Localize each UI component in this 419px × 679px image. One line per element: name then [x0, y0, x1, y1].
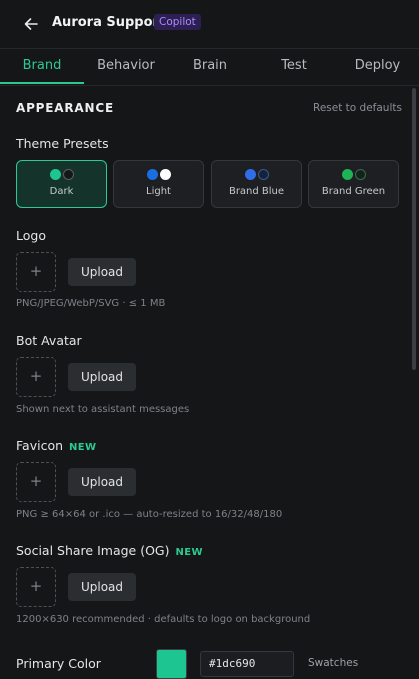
preset-brand-blue[interactable]: Brand Blue — [211, 160, 302, 208]
og-image-helper-text: 1200×630 recommended · defaults to logo … — [16, 614, 311, 625]
favicon-label-text: Favicon — [16, 438, 64, 453]
new-badge: NEW — [175, 547, 203, 558]
bot-avatar-label: Bot Avatar — [16, 333, 82, 348]
primary-color-label: Primary Color — [16, 656, 101, 671]
theme-presets-label: Theme Presets — [16, 136, 109, 151]
bot-avatar-helper-text: Shown next to assistant messages — [16, 404, 190, 415]
swatches-link[interactable]: Swatches — [308, 657, 358, 669]
dot-secondary — [354, 169, 366, 180]
primary-color-hex-input[interactable]: #1dc690 — [200, 651, 294, 677]
preset-color-dots — [114, 169, 203, 182]
logo-label: Logo — [16, 228, 46, 243]
bot-avatar-upload-button[interactable]: Upload — [68, 363, 136, 391]
tab-deploy[interactable]: Deploy — [336, 49, 419, 83]
tab-bar: Brand Behavior Brain Test Deploy — [0, 48, 419, 86]
preset-name: Dark — [49, 186, 74, 197]
favicon-label: Favicon NEW — [16, 438, 96, 453]
new-badge: NEW — [69, 442, 97, 453]
plus-icon: + — [29, 367, 43, 385]
plus-icon: + — [29, 262, 43, 280]
preset-light[interactable]: Light — [113, 160, 204, 208]
arrow-left-icon[interactable] — [22, 15, 40, 33]
og-image-upload-button[interactable]: Upload — [68, 573, 136, 601]
preset-color-dots — [17, 169, 106, 182]
dot-primary — [244, 169, 256, 180]
tab-behavior[interactable]: Behavior — [84, 49, 168, 83]
bot-avatar-dropzone[interactable]: + — [16, 357, 56, 397]
dot-primary — [341, 169, 353, 180]
preset-name: Brand Green — [321, 186, 386, 197]
logo-helper-text: PNG/JPEG/WebP/SVG · ≤ 1 MB — [16, 298, 166, 309]
preset-name: Brand Blue — [228, 186, 285, 197]
dot-secondary — [257, 169, 269, 180]
app-title: Aurora Support — [52, 15, 166, 30]
preset-name: Light — [146, 186, 171, 197]
preset-color-dots — [309, 169, 398, 182]
primary-color-swatch[interactable] — [156, 649, 187, 679]
header: Aurora Support Copilot — [0, 0, 419, 48]
favicon-helper-text: PNG ≥ 64×64 or .ico — auto-resized to 16… — [16, 509, 283, 520]
dot-primary — [49, 169, 61, 180]
active-tab-indicator — [0, 82, 84, 84]
section-title-appearance: APPEARANCE — [16, 101, 114, 115]
tab-brain[interactable]: Brain — [168, 49, 252, 83]
dot-primary — [146, 169, 158, 180]
og-image-label: Social Share Image (OG) NEW — [16, 543, 203, 558]
logo-upload-button[interactable]: Upload — [68, 258, 136, 286]
reset-defaults-link[interactable]: Reset to defaults — [313, 102, 402, 114]
preset-dark[interactable]: Dark — [16, 160, 107, 208]
copilot-badge: Copilot — [154, 14, 201, 30]
preset-color-dots — [212, 169, 301, 182]
scrollbar-thumb[interactable] — [412, 88, 416, 370]
logo-dropzone[interactable]: + — [16, 252, 56, 292]
og-image-label-text: Social Share Image (OG) — [16, 543, 170, 558]
preset-brand-green[interactable]: Brand Green — [308, 160, 399, 208]
favicon-dropzone[interactable]: + — [16, 462, 56, 502]
plus-icon: + — [29, 472, 43, 490]
tab-test[interactable]: Test — [252, 49, 336, 83]
plus-icon: + — [29, 577, 43, 595]
favicon-upload-button[interactable]: Upload — [68, 468, 136, 496]
og-image-dropzone[interactable]: + — [16, 567, 56, 607]
tab-brand[interactable]: Brand — [0, 49, 84, 83]
dot-secondary — [159, 169, 171, 180]
dot-secondary — [62, 169, 74, 180]
